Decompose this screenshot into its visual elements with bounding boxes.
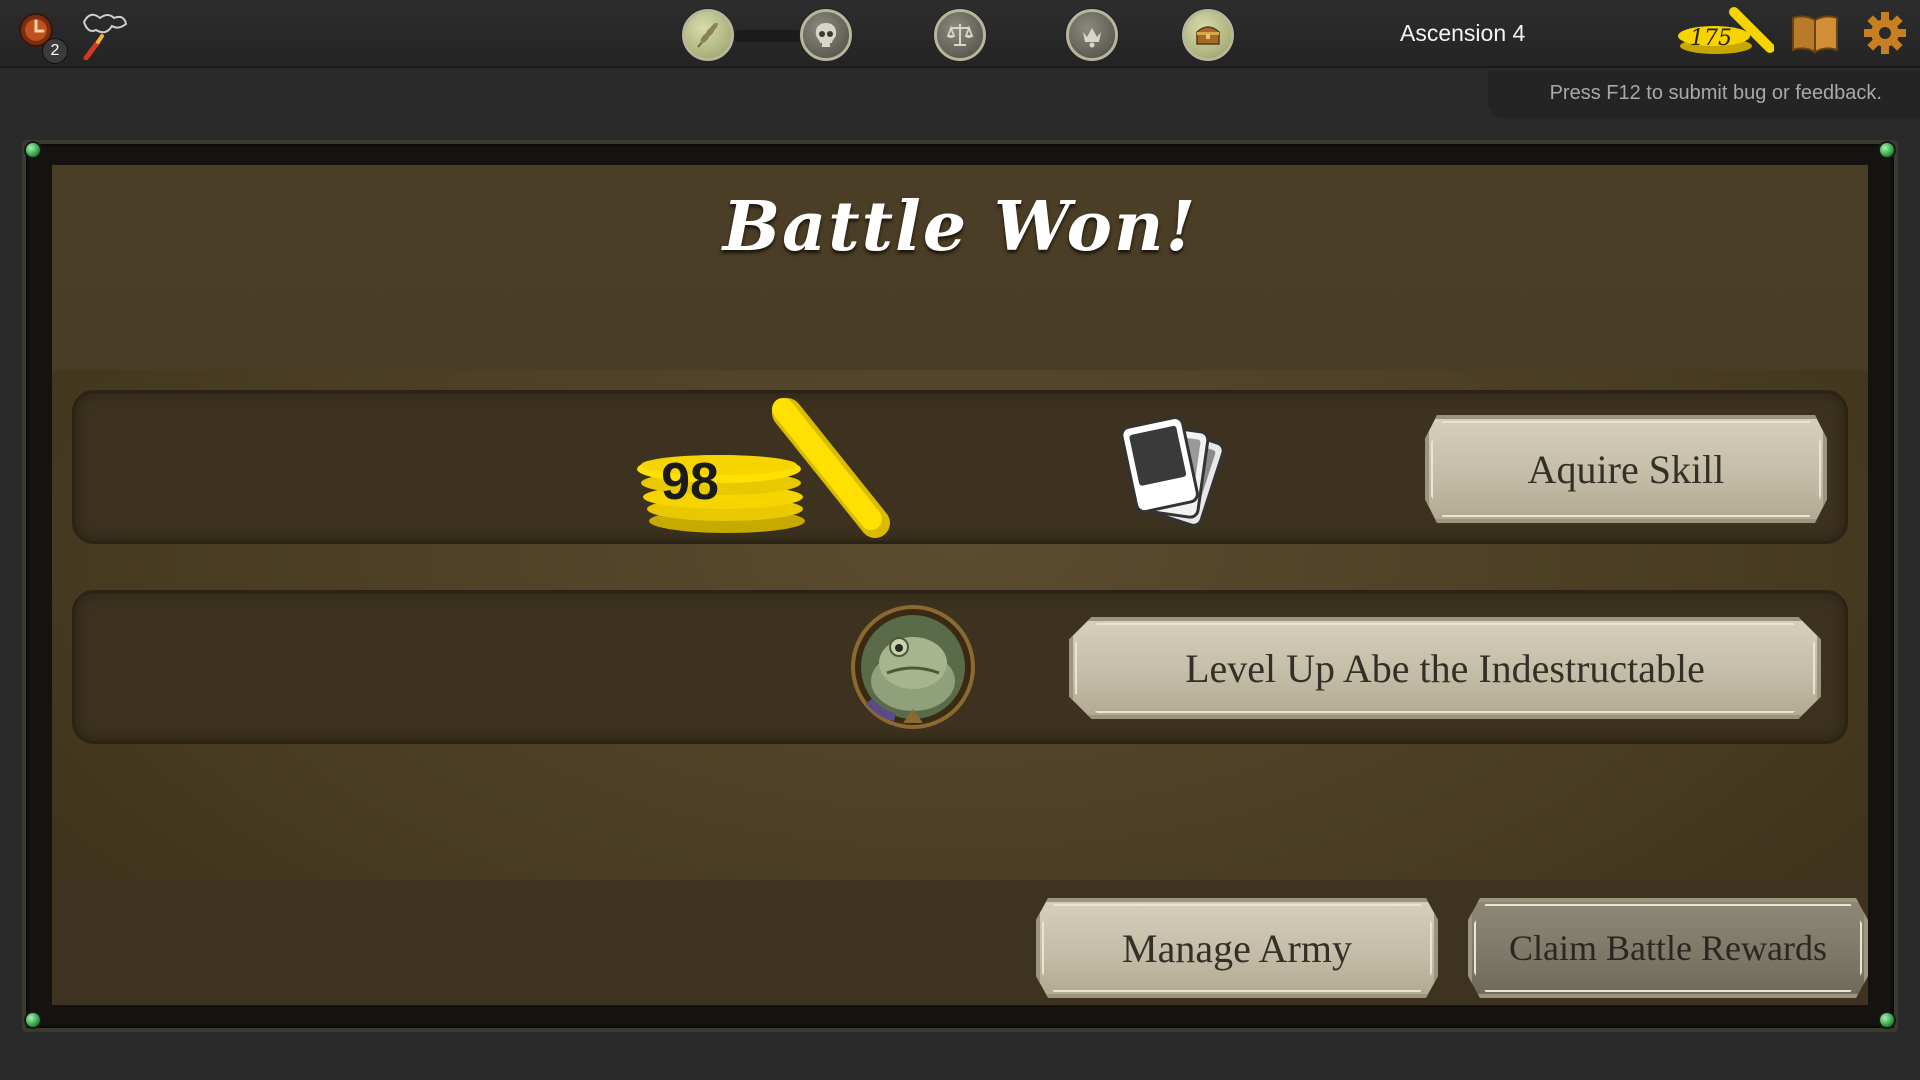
ascension-level-label: Ascension 4: [1400, 20, 1526, 46]
claim-battle-rewards-button[interactable]: Claim Battle Rewards: [1468, 898, 1868, 998]
wheat-icon: [697, 22, 718, 48]
map-node-crown[interactable]: [1066, 9, 1118, 61]
skill-cards-icon[interactable]: [1103, 407, 1233, 537]
gear-icon[interactable]: [1862, 10, 1908, 56]
treasure-chest-icon: [1196, 26, 1220, 45]
reward-row-gold-skill: Aquire Skill: [72, 390, 1848, 544]
scales-icon: [946, 24, 974, 46]
corner-gem-top-left: [24, 141, 42, 159]
corner-gem-top-right: [1878, 141, 1896, 159]
top-hud-bar: 2 Ascension 4 175: [0, 0, 1920, 68]
gold-total-value: 175: [1690, 26, 1732, 51]
reward-row-level-up: Level Up Abe the Indestructable: [72, 590, 1848, 744]
feedback-hint-text: Press F12 to submit bug or feedback.: [1549, 82, 1882, 104]
claim-battle-rewards-label: Claim Battle Rewards: [1509, 928, 1827, 968]
codex-book-icon[interactable]: [1790, 12, 1840, 54]
corner-gem-bottom-left: [24, 1011, 42, 1029]
turn-count-badge: 2: [42, 38, 68, 64]
panel-footer: Manage Army Claim Battle Rewards: [52, 880, 1868, 1005]
level-up-hero-label: Level Up Abe the Indestructable: [1185, 645, 1705, 691]
panel-header: Battle Won!: [52, 165, 1868, 370]
corner-gem-bottom-right: [1878, 1011, 1896, 1029]
gold-total-counter: 175: [1674, 4, 1775, 60]
manage-army-button[interactable]: Manage Army: [1036, 898, 1438, 998]
manage-army-label: Manage Army: [1122, 925, 1352, 971]
treasure-map-icon[interactable]: [78, 8, 134, 61]
map-node-chest[interactable]: [1182, 9, 1234, 61]
map-node-wheat[interactable]: [682, 9, 734, 61]
level-up-hero-button[interactable]: Level Up Abe the Indestructable: [1069, 617, 1821, 719]
map-node-skull[interactable]: [800, 9, 852, 61]
toad-hero-portrait[interactable]: [851, 605, 975, 729]
feedback-hint-tab: Press F12 to submit bug or feedback.: [1488, 70, 1920, 118]
skull-icon: [815, 23, 837, 47]
battle-result-panel: Battle Won! Aquire Skill Level Up Abe th…: [52, 165, 1868, 1005]
gold-reward-amount: 98: [661, 453, 719, 511]
acquire-skill-label: Aquire Skill: [1527, 446, 1725, 492]
crown-icon: [1083, 28, 1101, 48]
page-title: Battle Won!: [722, 187, 1198, 267]
map-node-scales[interactable]: [934, 9, 986, 61]
acquire-skill-button[interactable]: Aquire Skill: [1425, 415, 1827, 523]
